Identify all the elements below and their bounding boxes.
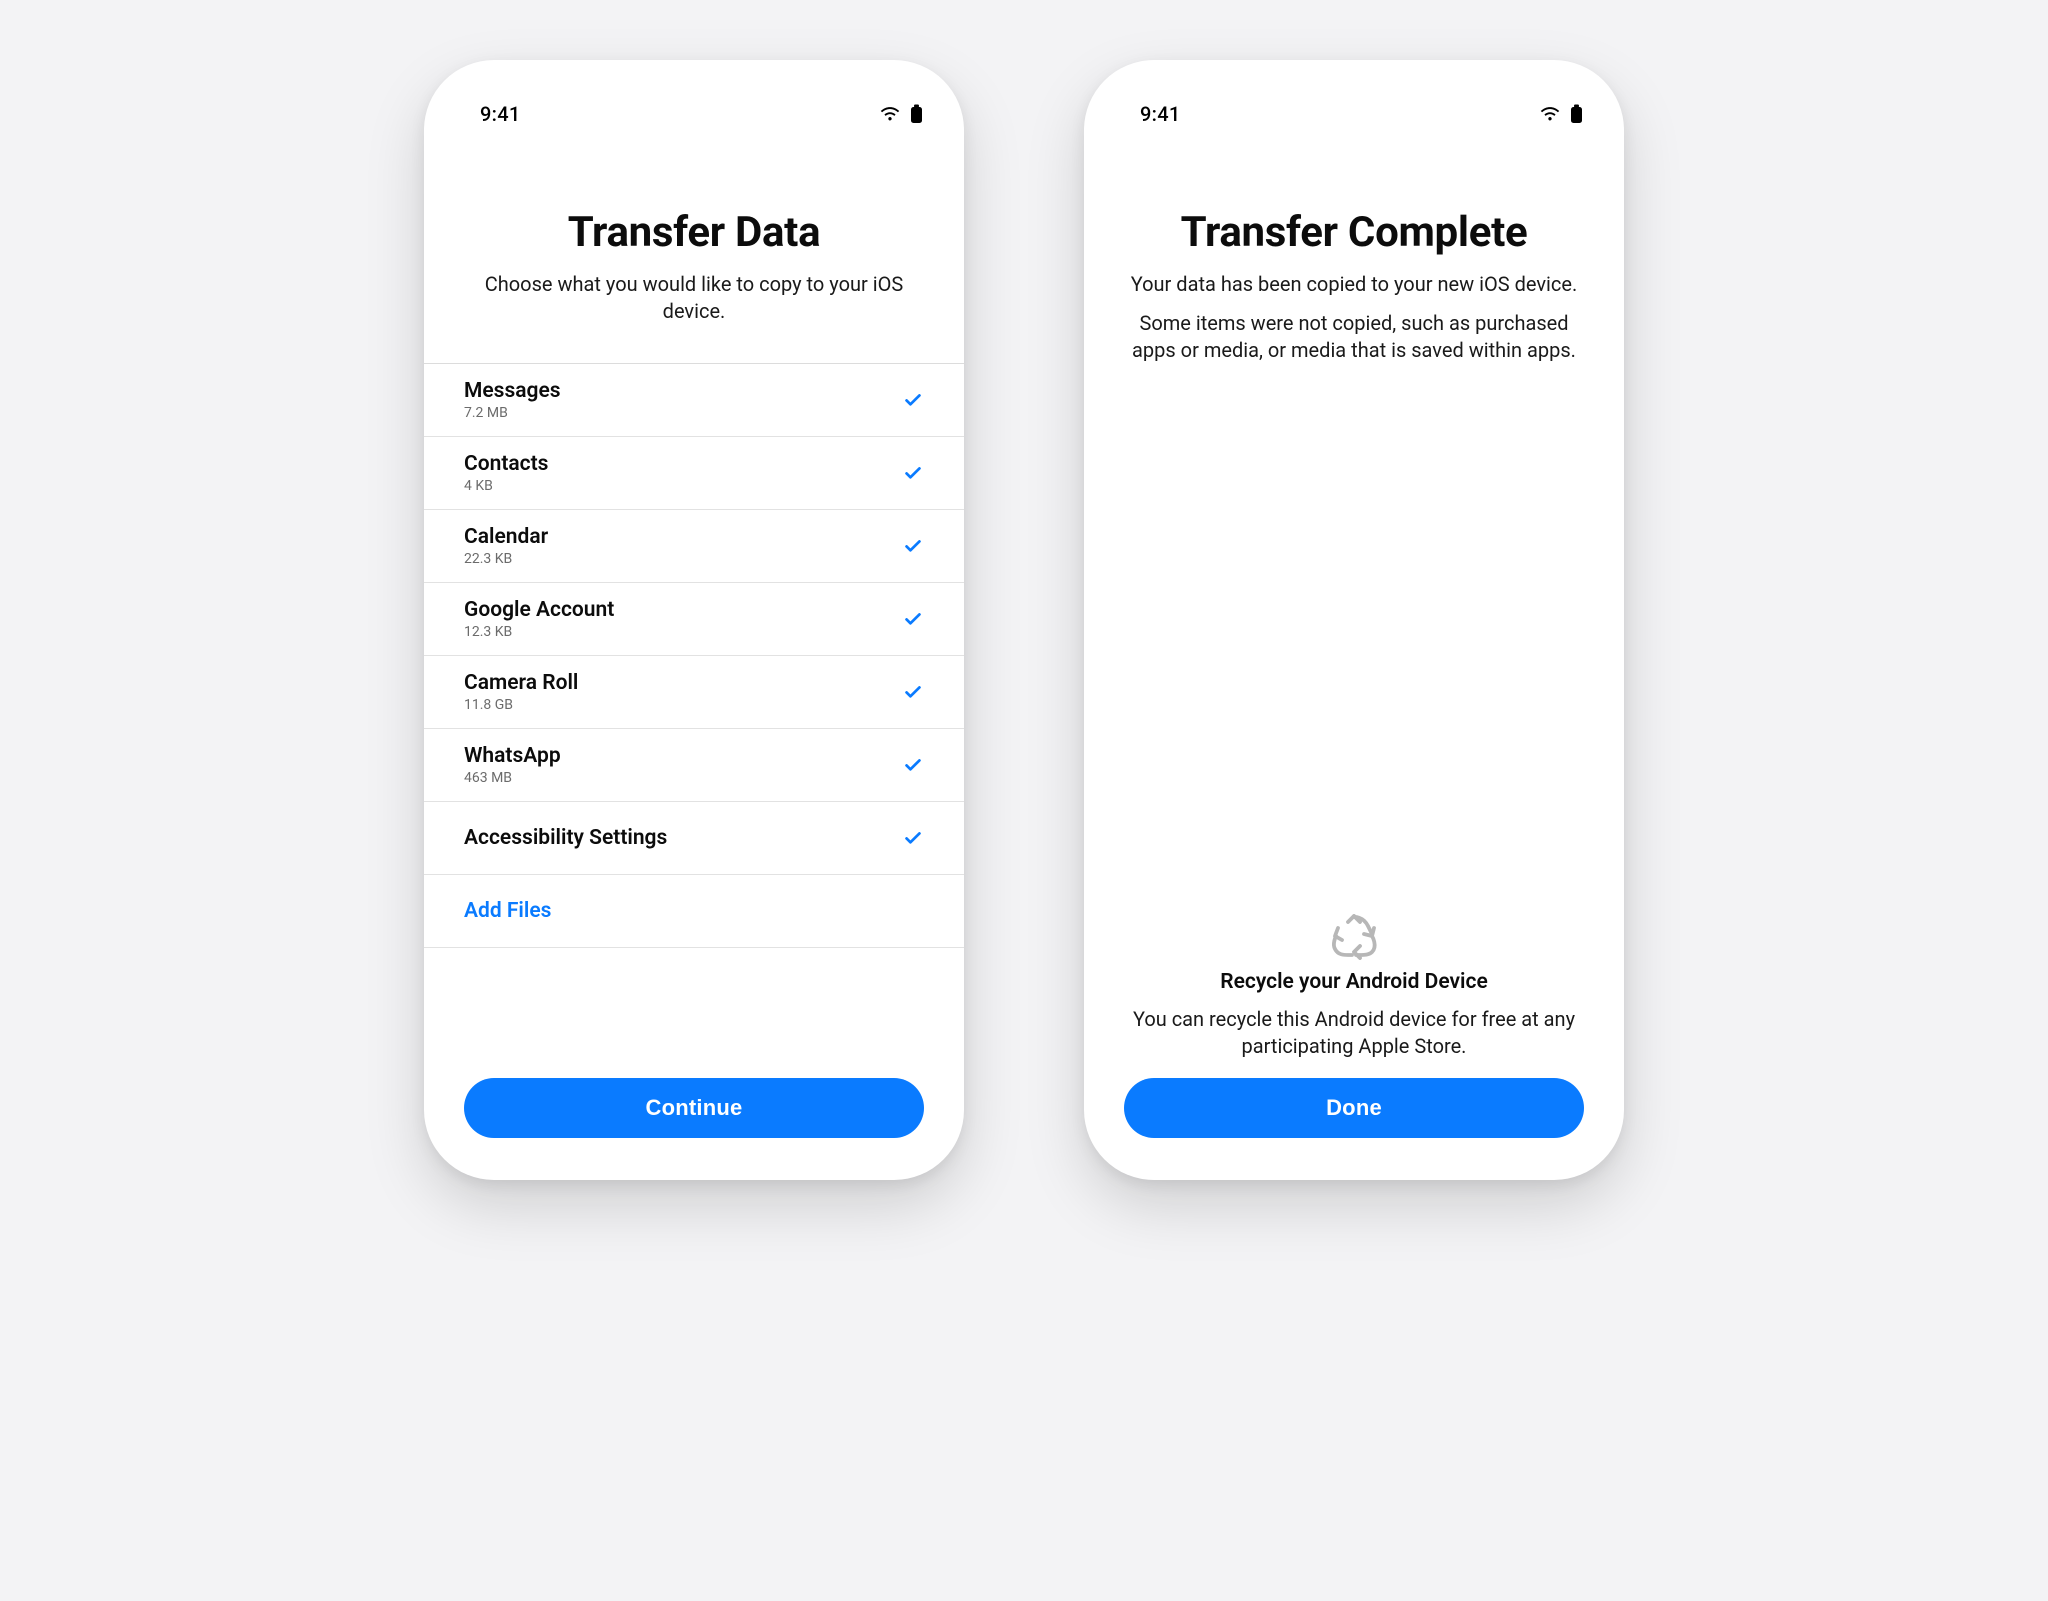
recycle-icon [1128, 914, 1580, 960]
checkmark-icon [902, 681, 924, 703]
page-subtitle: Choose what you would like to copy to yo… [460, 271, 928, 325]
list-item-calendar[interactable]: Calendar 22.3 KB [424, 510, 964, 583]
page-title: Transfer Data [460, 208, 928, 257]
checkmark-icon [902, 462, 924, 484]
item-size: 463 MB [464, 770, 561, 786]
list-item-google-account[interactable]: Google Account 12.3 KB [424, 583, 964, 656]
checkmark-icon [902, 754, 924, 776]
button-wrap: Done [1084, 1068, 1624, 1180]
item-size: 11.8 GB [464, 697, 578, 713]
status-icons [1539, 104, 1584, 124]
item-title: WhatsApp [464, 744, 561, 768]
list-item-contacts[interactable]: Contacts 4 KB [424, 437, 964, 510]
item-title: Google Account [464, 598, 614, 622]
list-item-messages[interactable]: Messages 7.2 MB [424, 364, 964, 437]
checkmark-icon [902, 827, 924, 849]
add-files-row[interactable]: Add Files [424, 875, 964, 948]
page-subtitle: Your data has been copied to your new iO… [1120, 271, 1588, 298]
data-type-list: Messages 7.2 MB Contacts 4 KB Calendar 2… [424, 363, 964, 1068]
heading-block: Transfer Data Choose what you would like… [424, 142, 964, 345]
item-title: Accessibility Settings [464, 826, 667, 850]
battery-icon [1569, 104, 1584, 124]
status-time: 9:41 [480, 102, 521, 126]
list-item-camera-roll[interactable]: Camera Roll 11.8 GB [424, 656, 964, 729]
continue-button[interactable]: Continue [464, 1078, 924, 1138]
list-item-whatsapp[interactable]: WhatsApp 463 MB [424, 729, 964, 802]
item-size: 22.3 KB [464, 551, 548, 567]
recycle-text: You can recycle this Android device for … [1128, 1006, 1580, 1060]
item-title: Messages [464, 379, 561, 403]
list-item-accessibility[interactable]: Accessibility Settings [424, 802, 964, 875]
item-size: 12.3 KB [464, 624, 614, 640]
status-icons [879, 104, 924, 124]
battery-icon [909, 104, 924, 124]
item-title: Camera Roll [464, 671, 578, 695]
button-wrap: Continue [424, 1068, 964, 1180]
item-title: Contacts [464, 452, 548, 476]
checkmark-icon [902, 389, 924, 411]
wifi-icon [879, 106, 901, 122]
recycle-block: Recycle your Android Device You can recy… [1084, 914, 1624, 1068]
page-title: Transfer Complete [1120, 208, 1588, 257]
status-time: 9:41 [1140, 102, 1181, 126]
phone-transfer-data: 9:41 Transfer Data Choose what you would… [424, 60, 964, 1180]
wifi-icon [1539, 106, 1561, 122]
status-bar: 9:41 [1084, 86, 1624, 142]
phone-transfer-complete: 9:41 Transfer Complete Your data has bee… [1084, 60, 1624, 1180]
checkmark-icon [902, 535, 924, 557]
item-size: 7.2 MB [464, 405, 561, 421]
status-bar: 9:41 [424, 86, 964, 142]
done-button[interactable]: Done [1124, 1078, 1584, 1138]
page-extra-text: Some items were not copied, such as purc… [1120, 298, 1588, 364]
heading-block: Transfer Complete Your data has been cop… [1084, 142, 1624, 384]
item-title: Calendar [464, 525, 548, 549]
spacer [1084, 384, 1624, 914]
checkmark-icon [902, 608, 924, 630]
item-size: 4 KB [464, 478, 548, 494]
recycle-title: Recycle your Android Device [1128, 970, 1580, 994]
add-files-label: Add Files [464, 899, 551, 923]
